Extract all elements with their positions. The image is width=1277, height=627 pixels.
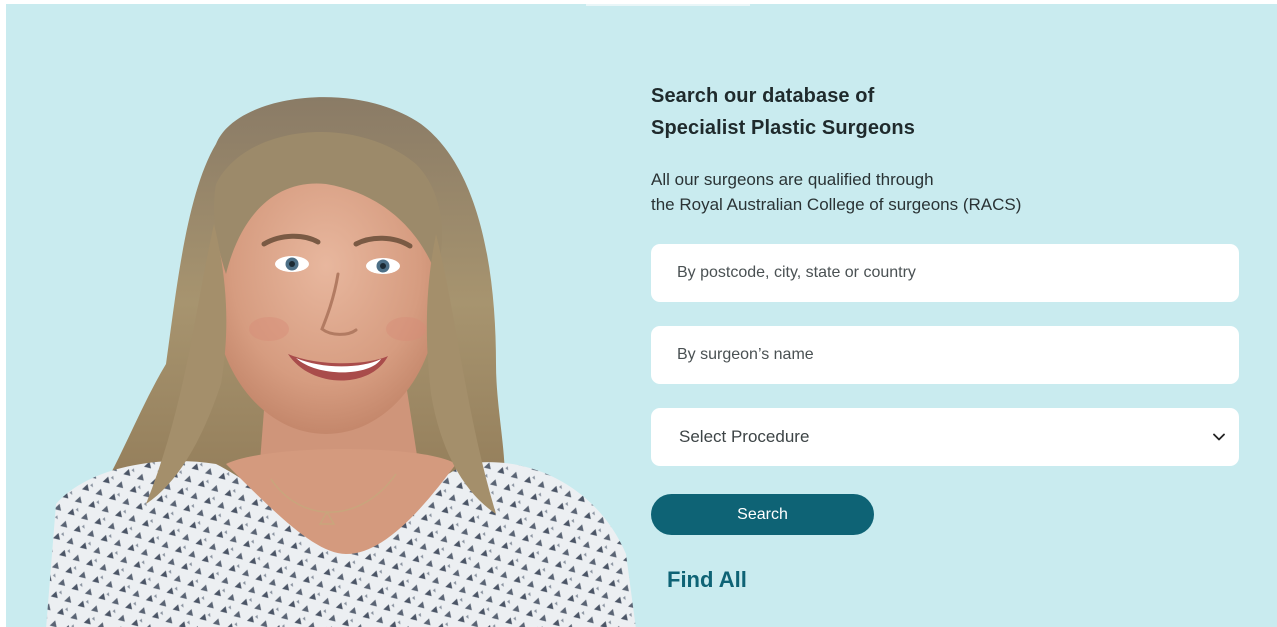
- search-heading-line1: Search our database of: [651, 85, 875, 107]
- search-description-line1: All our surgeons are qualified through: [651, 170, 934, 189]
- procedure-select[interactable]: Select Procedure: [651, 408, 1239, 466]
- surgeon-search-portrait-image: [46, 97, 636, 627]
- top-divider: [586, 4, 750, 6]
- search-description-line2: the Royal Australian College of surgeons…: [651, 195, 1022, 214]
- search-heading-line2: Specialist Plastic Surgeons: [651, 117, 915, 139]
- surgeon-name-input[interactable]: [675, 325, 1239, 385]
- location-field[interactable]: [651, 243, 1239, 303]
- location-input[interactable]: [675, 243, 1239, 303]
- surgeon-name-field[interactable]: [651, 325, 1239, 385]
- search-heading: Search our database of Specialist Plasti…: [651, 80, 1239, 144]
- search-button[interactable]: Search: [651, 494, 874, 535]
- procedure-select-value: Select Procedure: [679, 427, 810, 446]
- search-description: All our surgeons are qualified through t…: [651, 167, 1239, 217]
- chevron-down-icon[interactable]: [1213, 431, 1225, 443]
- search-panel: Search our database of Specialist Plasti…: [6, 4, 1277, 627]
- search-form: Search our database of Specialist Plasti…: [651, 80, 1239, 592]
- find-all-link[interactable]: Find All: [667, 567, 747, 593]
